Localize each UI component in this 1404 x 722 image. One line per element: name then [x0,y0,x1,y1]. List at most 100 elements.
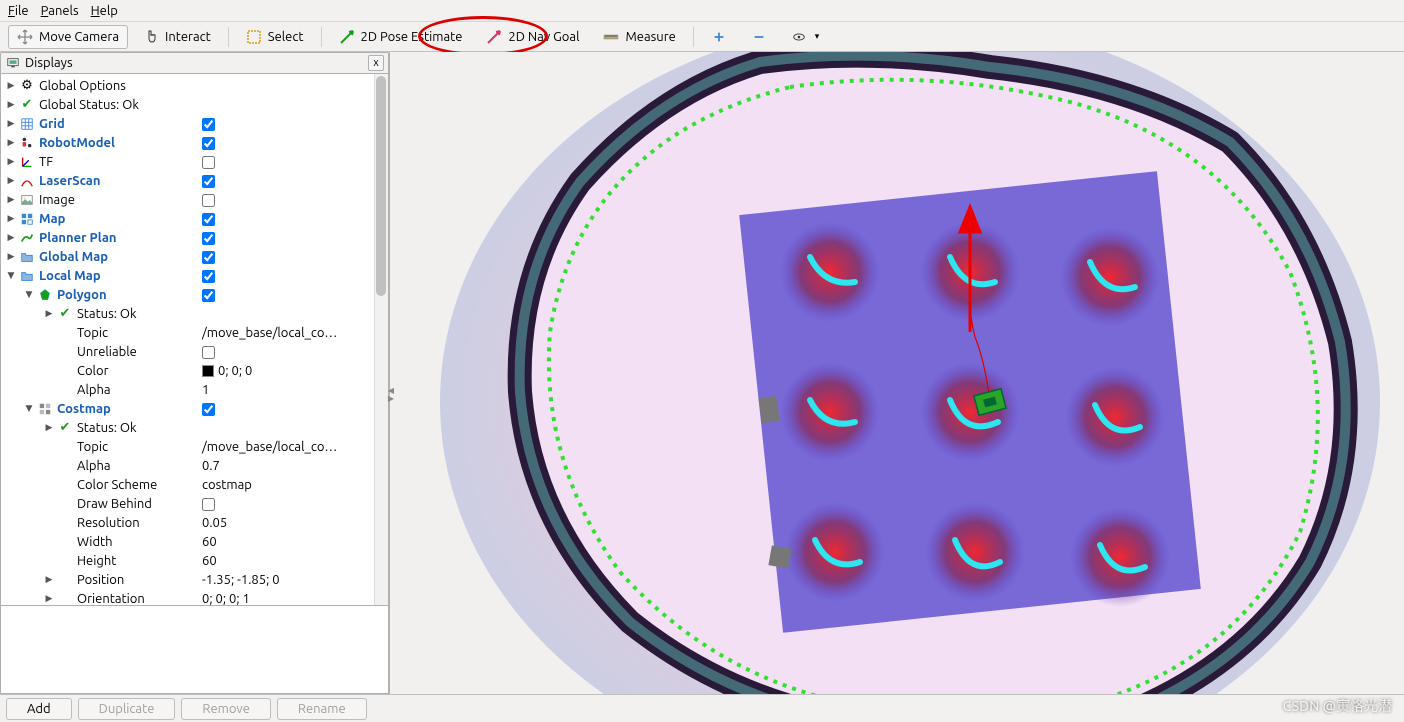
folder-icon [19,249,35,265]
tree-item-grid[interactable]: ▶Grid [1,114,388,133]
tree-item-global-map[interactable]: ▶Global Map [1,247,388,266]
tree-item-draw-behind[interactable]: Draw Behind [1,494,388,513]
tree-item-polygon-topic[interactable]: Topic/move_base/local_co… [1,323,388,342]
map-checkbox[interactable] [202,213,215,226]
image-checkbox[interactable] [202,194,215,207]
move-camera-label: Move Camera [39,30,119,44]
tree-item-robotmodel[interactable]: ▶RobotModel [1,133,388,152]
plus-button[interactable] [702,25,736,49]
toolbar-separator [228,27,229,47]
displays-panel-title: Displays [25,56,73,70]
displays-panel-body: ▶⚙Global Options ▶✔Global Status: Ok ▶Gr… [0,74,389,694]
menu-panels[interactable]: Panels [41,4,79,18]
splitter-handle[interactable]: ◀▶ [387,384,395,406]
tree-item-polygon-status[interactable]: ▶✔Status: Ok [1,304,388,323]
drawbehind-checkbox[interactable] [202,498,215,511]
minus-icon [751,29,767,45]
nav-goal-icon [486,29,502,45]
tf-icon [19,154,35,170]
scrollbar-thumb[interactable] [376,76,386,296]
tree-item-tf[interactable]: ▶TF [1,152,388,171]
tree-item-costmap-status[interactable]: ▶✔Status: Ok [1,418,388,437]
folder-icon [19,268,35,284]
tree-item-width[interactable]: Width60 [1,532,388,551]
bottom-bar: Add Duplicate Remove Rename [0,694,1404,722]
tree-item-global-options[interactable]: ▶⚙Global Options [1,76,388,95]
eye-icon [791,29,807,45]
tree-item-local-map[interactable]: ▼Local Map [1,266,388,285]
check-icon: ✔ [19,97,35,113]
color-swatch [202,365,214,377]
tree-item-height[interactable]: Height60 [1,551,388,570]
remove-button[interactable]: Remove [181,698,271,720]
tree-item-costmap-alpha[interactable]: Alpha0.7 [1,456,388,475]
tree-item-costmap-topic[interactable]: Topic/move_base/local_co… [1,437,388,456]
displays-icon [5,55,21,71]
nav-goal-button[interactable]: 2D Nav Goal [477,25,588,49]
polygon-checkbox[interactable] [202,289,215,302]
grid-icon [19,116,35,132]
tf-checkbox[interactable] [202,156,215,169]
tree-item-image[interactable]: ▶Image [1,190,388,209]
menubar: File Panels Help [0,0,1404,22]
globalmap-checkbox[interactable] [202,251,215,264]
tree-item-orientation[interactable]: ▶Orientation0; 0; 0; 1 [1,589,388,605]
pose-estimate-button[interactable]: 2D Pose Estimate [330,25,472,49]
tree-scroll[interactable]: ▶⚙Global Options ▶✔Global Status: Ok ▶Gr… [1,74,388,605]
localmap-checkbox[interactable] [202,270,215,283]
unreliable-checkbox[interactable] [202,346,215,359]
menu-file[interactable]: File [8,4,29,18]
minus-button[interactable] [742,25,776,49]
tree-item-position[interactable]: ▶Position-1.35; -1.85; 0 [1,570,388,589]
check-icon: ✔ [57,306,73,322]
displays-panel-header[interactable]: Displays x [0,52,389,74]
add-button[interactable]: Add [6,698,72,720]
description-box [1,605,388,693]
robot-icon [19,135,35,151]
watermark: CSDN @寅恪光潜 [1283,696,1392,716]
polygon-icon [37,287,53,303]
tree-item-unreliable[interactable]: Unreliable [1,342,388,361]
main-area: Displays x ▶⚙Global Options ▶✔Global Sta… [0,52,1404,694]
move-camera-button[interactable]: Move Camera [8,25,128,49]
tree-item-laserscan[interactable]: ▶LaserScan [1,171,388,190]
tree-item-map[interactable]: ▶Map [1,209,388,228]
laserscan-checkbox[interactable] [202,175,215,188]
interact-button[interactable]: Interact [134,25,220,49]
interact-label: Interact [165,30,211,44]
toolbar-separator [693,27,694,47]
close-panel-button[interactable]: x [368,55,384,71]
select-label: Select [268,30,304,44]
robotmodel-checkbox[interactable] [202,137,215,150]
nav-goal-label: 2D Nav Goal [508,30,579,44]
select-button[interactable]: Select [237,25,313,49]
toolbar: Move Camera Interact Select 2D Pose Esti… [0,22,1404,52]
select-icon [246,29,262,45]
menu-help[interactable]: Help [91,4,118,18]
measure-label: Measure [625,30,675,44]
costmap-checkbox[interactable] [202,403,215,416]
plannerplan-checkbox[interactable] [202,232,215,245]
map-icon [37,401,53,417]
tree-item-costmap[interactable]: ▼Costmap [1,399,388,418]
display-tree: ▶⚙Global Options ▶✔Global Status: Ok ▶Gr… [1,74,388,605]
tree-item-alpha[interactable]: Alpha1 [1,380,388,399]
focus-button[interactable]: ▾ [782,25,829,49]
tree-item-planner-plan[interactable]: ▶Planner Plan [1,228,388,247]
duplicate-button[interactable]: Duplicate [78,698,176,720]
viewport-3d[interactable] [390,52,1404,694]
map-icon [19,211,35,227]
tree-item-color[interactable]: Color0; 0; 0 [1,361,388,380]
toolbar-separator [321,27,322,47]
tree-item-polygon[interactable]: ▼Polygon [1,285,388,304]
tree-item-resolution[interactable]: Resolution0.05 [1,513,388,532]
gear-icon: ⚙ [19,78,35,94]
grid-checkbox[interactable] [202,118,215,131]
pose-estimate-label: 2D Pose Estimate [361,30,463,44]
tree-item-color-scheme[interactable]: Color Schemecostmap [1,475,388,494]
tree-item-global-status[interactable]: ▶✔Global Status: Ok [1,95,388,114]
scrollbar[interactable] [374,74,388,605]
measure-button[interactable]: Measure [594,25,684,49]
map-visualization [430,52,1400,694]
rename-button[interactable]: Rename [277,698,367,720]
